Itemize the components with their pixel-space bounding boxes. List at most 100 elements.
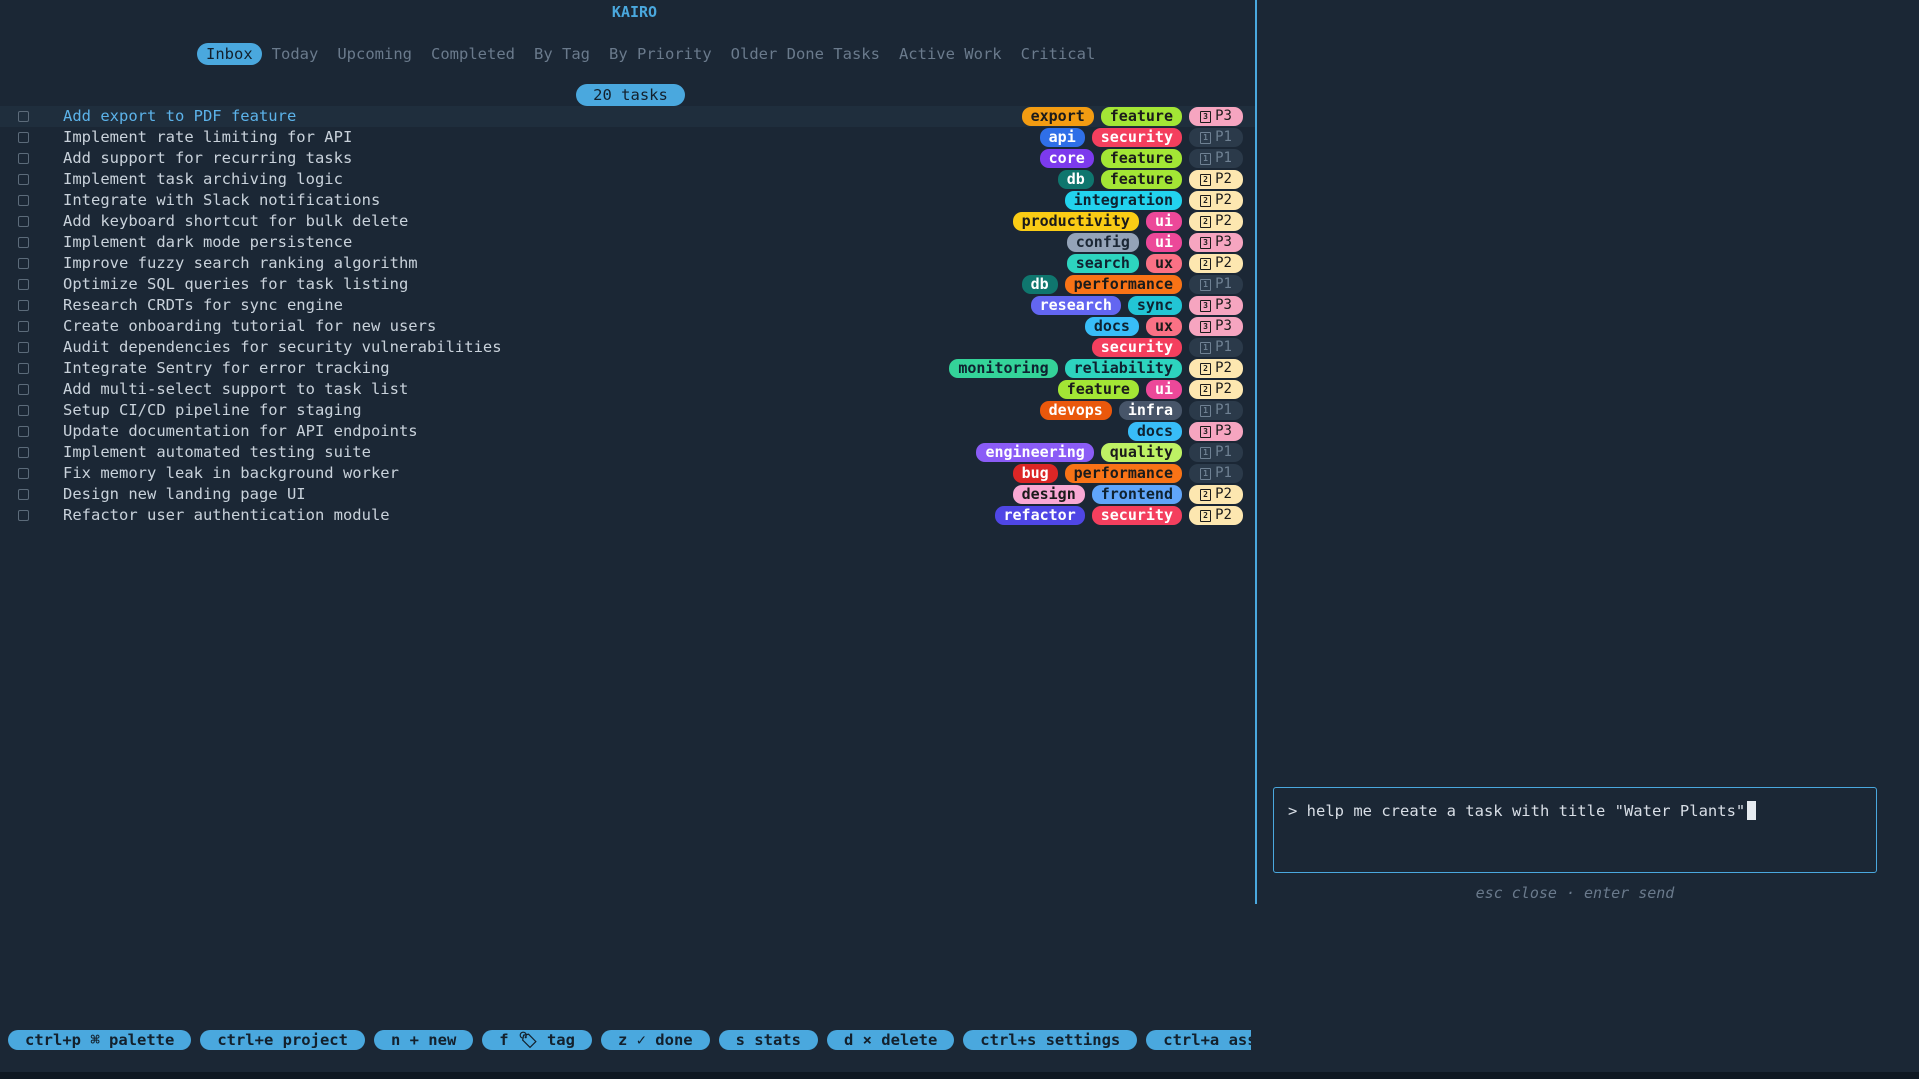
task-checkbox[interactable] — [18, 174, 29, 185]
task-row[interactable]: Add support for recurring tasks core featu… — [0, 148, 1255, 169]
task-checkbox[interactable] — [18, 132, 29, 143]
task-checkbox[interactable] — [18, 237, 29, 248]
tab-critical[interactable]: Critical — [1012, 43, 1105, 65]
task-checkbox[interactable] — [18, 363, 29, 374]
tag-badge[interactable]: search — [1066, 254, 1139, 273]
tag-badge[interactable]: ui — [1145, 233, 1182, 252]
task-row[interactable]: Improve fuzzy search ranking algorithm se… — [0, 253, 1255, 274]
key-hint-chip[interactable]: s stats — [718, 1030, 818, 1050]
task-row[interactable]: Integrate Sentry for error tracking monit… — [0, 358, 1255, 379]
tag-badge[interactable]: ux — [1145, 317, 1182, 336]
tag-badge[interactable]: research — [1030, 296, 1121, 315]
task-row[interactable]: Implement dark mode persistence config ui 3… — [0, 232, 1255, 253]
tab-completed[interactable]: Completed — [422, 43, 524, 65]
task-checkbox[interactable] — [18, 405, 29, 416]
view-tabs: Inbox Today Upcoming Completed By Tag By Prio… — [197, 43, 1105, 65]
tag-badge[interactable]: ui — [1145, 212, 1182, 231]
tab-inbox[interactable]: Inbox — [197, 43, 262, 65]
key-hint-chip[interactable]: ctrl+p ⌘ palette — [8, 1030, 192, 1050]
task-row[interactable]: Add keyboard shortcut for bulk delete pro… — [0, 211, 1255, 232]
assistant-input[interactable]: > help me create a task with title "Wate… — [1273, 787, 1877, 873]
priority-label: P3 — [1215, 108, 1232, 124]
tag-badge[interactable]: db — [1057, 170, 1094, 189]
tag-badge[interactable]: security — [1091, 506, 1182, 525]
task-row[interactable]: Integrate with Slack notifications integr… — [0, 190, 1255, 211]
tag-badge[interactable]: engineering — [976, 443, 1094, 462]
task-row[interactable]: Implement rate limiting for API api securi… — [0, 127, 1255, 148]
task-row[interactable]: Audit dependencies for security vulnerab… — [0, 337, 1255, 358]
task-row[interactable]: Add export to PDF feature export feature 3 P… — [0, 106, 1255, 127]
task-checkbox[interactable] — [18, 426, 29, 437]
task-checkbox[interactable] — [18, 342, 29, 353]
task-row[interactable]: Design new landing page UI design frontend… — [0, 484, 1255, 505]
task-row[interactable]: Optimize SQL queries for task listing db p… — [0, 274, 1255, 295]
tag-badge[interactable]: performance — [1064, 464, 1182, 483]
task-row[interactable]: Create onboarding tutorial for new users… — [0, 316, 1255, 337]
key-hint-chip[interactable]: d × delete — [826, 1030, 955, 1050]
tab-by-tag[interactable]: By Tag — [525, 43, 599, 65]
key-hint-chip[interactable]: ctrl+e project — [200, 1030, 365, 1050]
tag-badge[interactable]: sync — [1127, 296, 1182, 315]
tag-badge[interactable]: export — [1021, 107, 1094, 126]
task-checkbox[interactable] — [18, 216, 29, 227]
pane-divider[interactable] — [1255, 0, 1257, 904]
tag-badge[interactable]: frontend — [1091, 485, 1182, 504]
tag-badge[interactable]: security — [1091, 128, 1182, 147]
task-row[interactable]: Fix memory leak in background worker bug p… — [0, 463, 1255, 484]
task-tags: research sync 3 P3 — [1030, 296, 1243, 315]
tag-badge[interactable]: api — [1039, 128, 1085, 147]
key-hint-chip[interactable]: n + new — [373, 1030, 474, 1050]
tag-badge[interactable]: performance — [1064, 275, 1182, 294]
task-checkbox[interactable] — [18, 468, 29, 479]
key-hint-chip[interactable]: f 🏷 tag — [482, 1030, 592, 1050]
task-checkbox[interactable] — [18, 195, 29, 206]
tag-badge[interactable]: design — [1012, 485, 1085, 504]
tag-badge[interactable]: integration — [1064, 191, 1182, 210]
task-row[interactable]: Update documentation for API endpoints do… — [0, 421, 1255, 442]
tab-upcoming[interactable]: Upcoming — [328, 43, 421, 65]
task-checkbox[interactable] — [18, 258, 29, 269]
tag-badge[interactable]: feature — [1100, 149, 1182, 168]
tag-badge[interactable]: feature — [1100, 170, 1182, 189]
tag-badge[interactable]: docs — [1084, 317, 1139, 336]
tab-today[interactable]: Today — [263, 43, 328, 65]
task-checkbox[interactable] — [18, 111, 29, 122]
tag-badge[interactable]: bug — [1012, 464, 1058, 483]
task-checkbox[interactable] — [18, 321, 29, 332]
task-checkbox[interactable] — [18, 489, 29, 500]
task-row[interactable]: Add multi-select support to task list fea… — [0, 379, 1255, 400]
tag-badge[interactable]: refactor — [994, 506, 1085, 525]
tag-badge[interactable]: productivity — [1012, 212, 1139, 231]
tag-badge[interactable]: quality — [1100, 443, 1182, 462]
task-checkbox[interactable] — [18, 279, 29, 290]
tag-badge[interactable]: monitoring — [949, 359, 1058, 378]
tag-badge[interactable]: feature — [1057, 380, 1139, 399]
key-hint-chip[interactable]: ctrl+a assistant — [1146, 1030, 1251, 1050]
tag-badge[interactable]: core — [1039, 149, 1094, 168]
task-checkbox[interactable] — [18, 153, 29, 164]
tag-badge[interactable]: infra — [1118, 401, 1182, 420]
tag-badge[interactable]: config — [1066, 233, 1139, 252]
task-row[interactable]: Implement task archiving logic db feature 2… — [0, 169, 1255, 190]
key-hint-chip[interactable]: z ✓ done — [600, 1030, 710, 1050]
tab-by-priority[interactable]: By Priority — [600, 43, 721, 65]
task-checkbox[interactable] — [18, 384, 29, 395]
key-hint-chip[interactable]: ctrl+s settings — [963, 1030, 1138, 1050]
tag-badge[interactable]: security — [1091, 338, 1182, 357]
tag-badge[interactable]: devops — [1039, 401, 1112, 420]
tab-active-work[interactable]: Active Work — [890, 43, 1011, 65]
tab-older-done-tasks[interactable]: Older Done Tasks — [722, 43, 889, 65]
task-row[interactable]: Implement automated testing suite enginee… — [0, 442, 1255, 463]
tag-badge[interactable]: ui — [1145, 380, 1182, 399]
tag-badge[interactable]: feature — [1100, 107, 1182, 126]
task-checkbox[interactable] — [18, 300, 29, 311]
task-checkbox[interactable] — [18, 447, 29, 458]
task-row[interactable]: Research CRDTs for sync engine research sy… — [0, 295, 1255, 316]
task-checkbox[interactable] — [18, 510, 29, 521]
tag-badge[interactable]: reliability — [1064, 359, 1182, 378]
tag-badge[interactable]: ux — [1145, 254, 1182, 273]
task-row[interactable]: Setup CI/CD pipeline for staging devops in… — [0, 400, 1255, 421]
tag-badge[interactable]: db — [1021, 275, 1058, 294]
tag-badge[interactable]: docs — [1127, 422, 1182, 441]
task-row[interactable]: Refactor user authentication module refac… — [0, 505, 1255, 526]
